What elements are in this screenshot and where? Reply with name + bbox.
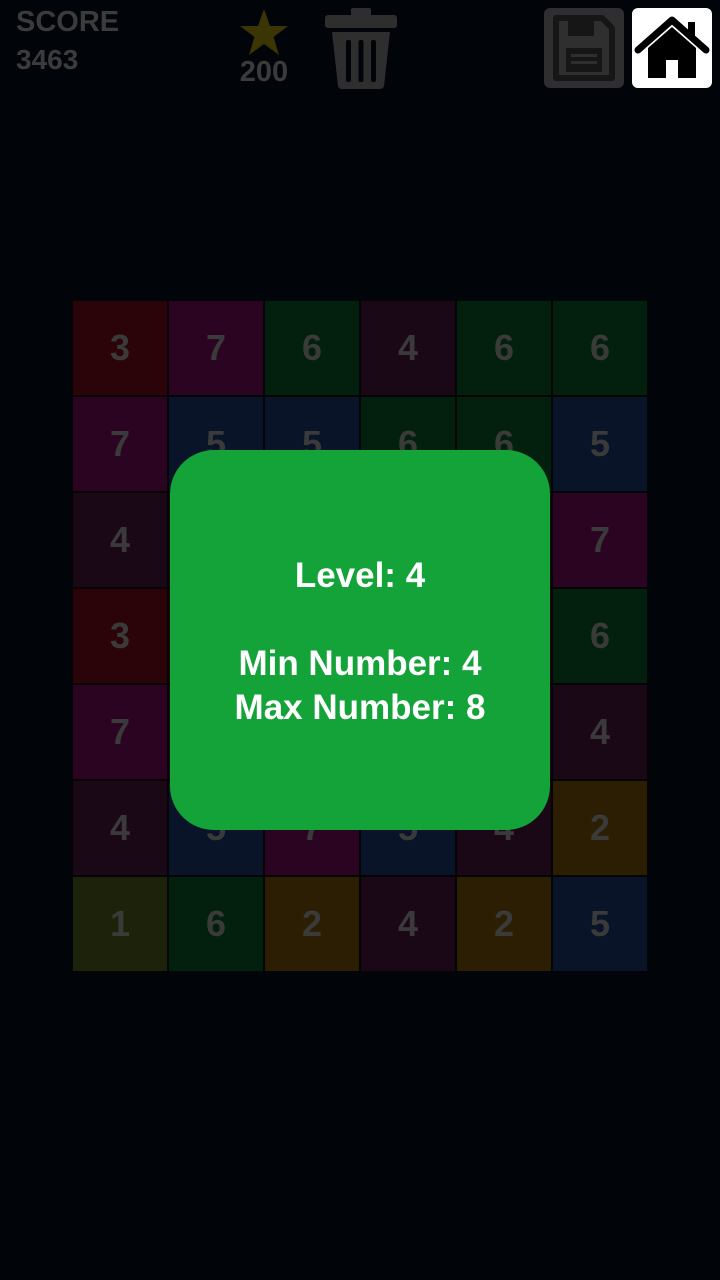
- star-count: 200: [239, 56, 289, 88]
- board-cell[interactable]: 4: [72, 492, 168, 588]
- board-cell[interactable]: 1: [72, 876, 168, 972]
- dialog-max-number: Max Number: 8: [234, 688, 486, 727]
- board-cell[interactable]: 6: [264, 300, 360, 396]
- board-cell[interactable]: 5: [552, 876, 648, 972]
- dialog-level-text: Level: 4: [294, 556, 426, 595]
- board-cell[interactable]: 6: [552, 588, 648, 684]
- trash-icon: [325, 8, 397, 89]
- board-cell[interactable]: 3: [72, 588, 168, 684]
- board-cell[interactable]: 7: [168, 300, 264, 396]
- board-cell[interactable]: 5: [552, 396, 648, 492]
- board-cell[interactable]: 4: [360, 300, 456, 396]
- home-button[interactable]: [632, 8, 712, 88]
- board-cell[interactable]: 6: [168, 876, 264, 972]
- board-cell[interactable]: 4: [360, 876, 456, 972]
- floppy-disk-icon: [553, 15, 615, 81]
- board-cell[interactable]: 2: [552, 780, 648, 876]
- board-cell[interactable]: 6: [552, 300, 648, 396]
- trash-button[interactable]: [322, 6, 400, 90]
- save-button[interactable]: [544, 8, 624, 88]
- board-cell[interactable]: 3: [72, 300, 168, 396]
- board-cell[interactable]: 4: [552, 684, 648, 780]
- board-cell[interactable]: 6: [456, 300, 552, 396]
- star-icon: [240, 9, 288, 55]
- level-dialog[interactable]: Level: 4 Min Number: 4 Max Number: 8: [170, 450, 550, 830]
- board-cell[interactable]: 7: [552, 492, 648, 588]
- board-cell[interactable]: 2: [456, 876, 552, 972]
- board-cell[interactable]: 4: [72, 780, 168, 876]
- board-cell[interactable]: 2: [264, 876, 360, 972]
- board-cell[interactable]: 7: [72, 396, 168, 492]
- score-label: SCORE: [16, 6, 120, 38]
- score-value: 3463: [16, 44, 79, 75]
- board-cell[interactable]: 7: [72, 684, 168, 780]
- home-icon: [634, 16, 710, 78]
- dialog-min-number: Min Number: 4: [238, 644, 482, 683]
